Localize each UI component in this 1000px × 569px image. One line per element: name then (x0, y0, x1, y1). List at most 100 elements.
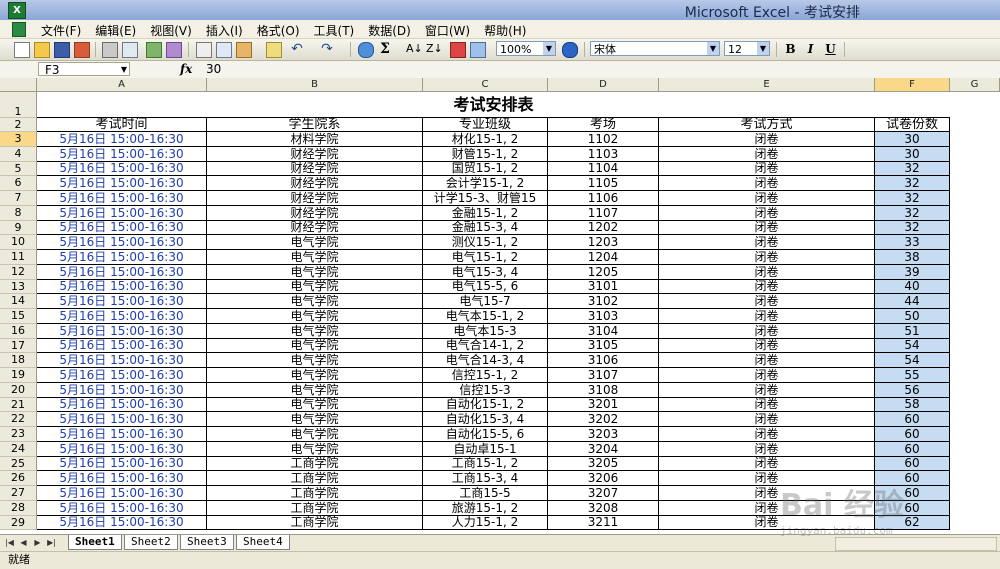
department-cell[interactable]: 电气学院 (207, 250, 423, 265)
header-paper-count[interactable]: 试卷份数 (875, 118, 950, 132)
paper-count-cell[interactable]: 60 (875, 486, 950, 501)
exam-time-cell[interactable]: 5月16日 15:00-16:30 (37, 176, 207, 191)
room-cell[interactable]: 3108 (548, 383, 659, 398)
class-cell[interactable]: 工商15-1, 2 (423, 457, 548, 471)
room-cell[interactable]: 1102 (548, 132, 659, 147)
sheet-title[interactable]: 考试安排表 (37, 92, 950, 118)
menu-edit[interactable]: 编辑(E) (88, 21, 143, 40)
exam-time-cell[interactable]: 5月16日 15:00-16:30 (37, 427, 207, 442)
department-cell[interactable]: 材料学院 (207, 132, 423, 147)
paper-count-cell[interactable]: 30 (875, 147, 950, 162)
room-cell[interactable]: 3103 (548, 309, 659, 324)
header-room[interactable]: 考场 (548, 118, 659, 132)
department-cell[interactable]: 电气学院 (207, 280, 423, 294)
exam-mode-cell[interactable]: 闭卷 (659, 147, 875, 162)
font-select[interactable]: 宋体 ▼ (590, 41, 720, 56)
exam-time-cell[interactable]: 5月16日 15:00-16:30 (37, 294, 207, 309)
row-header[interactable]: 8 (0, 206, 37, 221)
row-header[interactable]: 7 (0, 191, 37, 206)
last-sheet-icon[interactable]: ▶| (46, 537, 57, 548)
sheet-tab-sheet2[interactable]: Sheet2 (124, 535, 178, 550)
italic-button[interactable]: I (802, 41, 819, 57)
exam-time-cell[interactable]: 5月16日 15:00-16:30 (37, 265, 207, 280)
font-size-select[interactable]: 12 ▼ (724, 41, 770, 56)
class-cell[interactable]: 电气15-3, 4 (423, 265, 548, 280)
exam-mode-cell[interactable]: 闭卷 (659, 191, 875, 206)
paper-count-cell[interactable]: 39 (875, 265, 950, 280)
room-cell[interactable]: 1105 (548, 176, 659, 191)
open-folder-icon[interactable] (34, 42, 50, 58)
row-header[interactable]: 1 (0, 92, 37, 118)
class-cell[interactable]: 金融15-1, 2 (423, 206, 548, 221)
autosum-icon[interactable]: Σ (378, 42, 392, 56)
exam-time-cell[interactable]: 5月16日 15:00-16:30 (37, 353, 207, 368)
name-box[interactable]: F3 ▼ (38, 62, 130, 77)
row-header[interactable]: 12 (0, 265, 37, 280)
format-painter-icon[interactable] (266, 42, 282, 58)
sheet-tab-sheet1[interactable]: Sheet1 (68, 535, 122, 550)
class-cell[interactable]: 测仪15-1, 2 (423, 235, 548, 250)
exam-mode-cell[interactable]: 闭卷 (659, 442, 875, 457)
save-icon[interactable] (54, 42, 70, 58)
exam-time-cell[interactable]: 5月16日 15:00-16:30 (37, 412, 207, 427)
exam-mode-cell[interactable]: 闭卷 (659, 235, 875, 250)
column-header-f[interactable]: F (875, 78, 950, 92)
class-cell[interactable]: 自动化15-3, 4 (423, 412, 548, 427)
paper-count-cell[interactable]: 30 (875, 132, 950, 147)
exam-mode-cell[interactable]: 闭卷 (659, 324, 875, 339)
department-cell[interactable]: 电气学院 (207, 339, 423, 353)
header-exam-mode[interactable]: 考试方式 (659, 118, 875, 132)
room-cell[interactable]: 1204 (548, 250, 659, 265)
exam-mode-cell[interactable]: 闭卷 (659, 398, 875, 412)
exam-time-cell[interactable]: 5月16日 15:00-16:30 (37, 368, 207, 383)
spellcheck-icon[interactable] (146, 42, 162, 58)
menu-insert[interactable]: 插入(I) (199, 21, 250, 40)
class-cell[interactable]: 国贸15-1, 2 (423, 162, 548, 176)
header-class[interactable]: 专业班级 (423, 118, 548, 132)
row-header[interactable]: 27 (0, 486, 37, 501)
new-file-icon[interactable] (14, 42, 30, 58)
exam-time-cell[interactable]: 5月16日 15:00-16:30 (37, 221, 207, 235)
class-cell[interactable]: 电气15-7 (423, 294, 548, 309)
paper-count-cell[interactable]: 60 (875, 412, 950, 427)
class-cell[interactable]: 信控15-3 (423, 383, 548, 398)
exam-mode-cell[interactable]: 闭卷 (659, 221, 875, 235)
exam-time-cell[interactable]: 5月16日 15:00-16:30 (37, 206, 207, 221)
drawing-icon[interactable] (470, 42, 486, 58)
room-cell[interactable]: 3204 (548, 442, 659, 457)
room-cell[interactable]: 3106 (548, 353, 659, 368)
department-cell[interactable]: 工商学院 (207, 516, 423, 530)
room-cell[interactable]: 3202 (548, 412, 659, 427)
row-header[interactable]: 28 (0, 501, 37, 516)
row-header[interactable]: 18 (0, 353, 37, 368)
class-cell[interactable]: 旅游15-1, 2 (423, 501, 548, 516)
undo-icon[interactable]: ↶ (290, 42, 304, 56)
room-cell[interactable]: 1107 (548, 206, 659, 221)
exam-time-cell[interactable]: 5月16日 15:00-16:30 (37, 442, 207, 457)
row-header[interactable]: 4 (0, 147, 37, 162)
paper-count-cell[interactable]: 60 (875, 501, 950, 516)
excel-app-icon[interactable]: X (8, 2, 26, 19)
formula-input[interactable]: 30 (206, 62, 221, 76)
exam-time-cell[interactable]: 5月16日 15:00-16:30 (37, 191, 207, 206)
paper-count-cell[interactable]: 56 (875, 383, 950, 398)
class-cell[interactable]: 金融15-3, 4 (423, 221, 548, 235)
row-header[interactable]: 16 (0, 324, 37, 339)
zoom-select[interactable]: 100% ▼ (496, 41, 556, 56)
column-header-b[interactable]: B (207, 78, 423, 92)
permission-icon[interactable] (74, 42, 90, 58)
paper-count-cell[interactable]: 50 (875, 309, 950, 324)
help-icon[interactable] (562, 42, 578, 58)
department-cell[interactable]: 电气学院 (207, 398, 423, 412)
exam-time-cell[interactable]: 5月16日 15:00-16:30 (37, 486, 207, 501)
row-header[interactable]: 24 (0, 442, 37, 457)
class-cell[interactable]: 自动化15-1, 2 (423, 398, 548, 412)
paper-count-cell[interactable]: 38 (875, 250, 950, 265)
exam-mode-cell[interactable]: 闭卷 (659, 368, 875, 383)
paper-count-cell[interactable]: 32 (875, 176, 950, 191)
worksheet-grid[interactable]: A B C D E F G 1 考试安排表 2 考试时间 学生院系 专业班级 考… (0, 78, 1000, 534)
paper-count-cell[interactable]: 51 (875, 324, 950, 339)
exam-mode-cell[interactable]: 闭卷 (659, 280, 875, 294)
paper-count-cell[interactable]: 60 (875, 457, 950, 471)
chevron-down-icon[interactable]: ▼ (757, 42, 769, 55)
